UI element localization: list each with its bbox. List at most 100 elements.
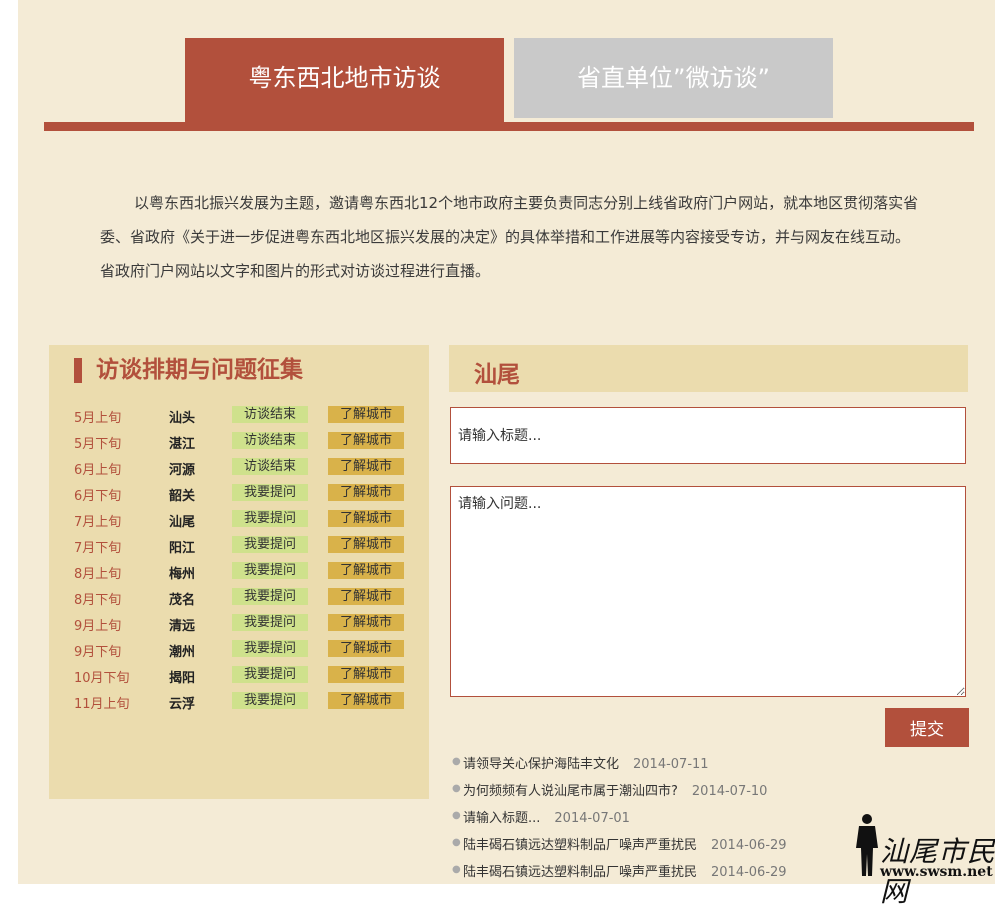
schedule-city: 湛江 [169, 437, 196, 452]
schedule-status-button[interactable]: 访谈结束 [232, 432, 308, 449]
schedule-status-button[interactable]: 我要提问 [232, 510, 308, 527]
schedule-city: 汕尾 [169, 515, 196, 530]
schedule-row: 6月上旬 河源 访谈结束 了解城市 [74, 455, 414, 481]
schedule-status-button[interactable]: 我要提问 [232, 692, 308, 709]
intro-paragraph: 以粤东西北振兴发展为主题，邀请粤东西北12个地市政府主要负责同志分别上线省政府门… [100, 194, 919, 280]
learn-city-button[interactable]: 了解城市 [328, 588, 404, 605]
schedule-city: 阳江 [169, 541, 196, 556]
learn-city-button[interactable]: 了解城市 [328, 666, 404, 683]
schedule-row: 9月下旬 潮州 我要提问 了解城市 [74, 637, 414, 663]
bullet-icon: ● [452, 756, 461, 767]
watermark-url: www.swsm.net [880, 864, 993, 880]
question-list-item[interactable]: ● 请领导关心保护海陆丰文化 2014-07-11 [452, 749, 992, 776]
question-date: 2014-07-11 [633, 757, 709, 772]
learn-city-button[interactable]: 了解城市 [328, 406, 404, 423]
schedule-city: 云浮 [169, 697, 196, 712]
schedule-title: 访谈排期与问题征集 [74, 355, 303, 385]
schedule-date: 10月下旬 [74, 671, 130, 686]
schedule-date: 9月上旬 [74, 619, 122, 634]
learn-city-button[interactable]: 了解城市 [328, 614, 404, 631]
schedule-date: 9月下旬 [74, 645, 122, 660]
schedule-row: 10月下旬 揭阳 我要提问 了解城市 [74, 663, 414, 689]
submit-button[interactable]: 提交 [885, 708, 969, 747]
schedule-row: 7月下旬 阳江 我要提问 了解城市 [74, 533, 414, 559]
schedule-city: 河源 [169, 463, 196, 478]
question-title[interactable]: 为何频频有人说汕尾市属于潮汕四市? [463, 784, 678, 799]
schedule-city: 揭阳 [169, 671, 196, 686]
learn-city-button[interactable]: 了解城市 [328, 536, 404, 553]
schedule-row: 8月下旬 茂名 我要提问 了解城市 [74, 585, 414, 611]
intro-text: 以粤东西北振兴发展为主题，邀请粤东西北12个地市政府主要负责同志分别上线省政府门… [100, 186, 920, 288]
schedule-list: 5月上旬 汕头 访谈结束 了解城市 5月下旬 湛江 访谈结束 了解城市 6月上旬 河源 访谈结束 了解… [74, 403, 414, 715]
schedule-status-button[interactable]: 我要提问 [232, 614, 308, 631]
schedule-status-button[interactable]: 我要提问 [232, 588, 308, 605]
question-title[interactable]: 请领导关心保护海陆丰文化 [463, 757, 619, 772]
learn-city-button[interactable]: 了解城市 [328, 484, 404, 501]
learn-city-button[interactable]: 了解城市 [328, 458, 404, 475]
question-title-input[interactable] [450, 407, 966, 464]
schedule-date: 7月上旬 [74, 515, 122, 530]
schedule-date: 8月上旬 [74, 567, 122, 582]
schedule-city: 汕头 [169, 411, 196, 426]
question-title[interactable]: 请输入标题... [463, 811, 540, 826]
bullet-icon: ● [452, 837, 461, 848]
question-link[interactable]: 请领导关心保护海陆丰文化 2014-07-11 [463, 753, 709, 772]
question-header: 汕尾 [449, 345, 968, 392]
question-link[interactable]: 为何频频有人说汕尾市属于潮汕四市? 2014-07-10 [463, 780, 767, 799]
schedule-row: 9月上旬 清远 我要提问 了解城市 [74, 611, 414, 637]
learn-city-button[interactable]: 了解城市 [328, 562, 404, 579]
schedule-row: 11月上旬 云浮 我要提问 了解城市 [74, 689, 414, 715]
question-link[interactable]: 陆丰碣石镇远达塑料制品厂噪声严重扰民 2014-06-29 [463, 834, 787, 853]
schedule-date: 8月下旬 [74, 593, 122, 608]
schedule-row: 5月上旬 汕头 访谈结束 了解城市 [74, 403, 414, 429]
schedule-date: 7月下旬 [74, 541, 122, 556]
schedule-date: 11月上旬 [74, 697, 130, 712]
question-body-input[interactable] [450, 486, 966, 697]
schedule-city: 清远 [169, 619, 196, 634]
learn-city-button[interactable]: 了解城市 [328, 432, 404, 449]
question-link[interactable]: 请输入标题... 2014-07-01 [463, 807, 630, 826]
page: 粤东西北地市访谈 省直单位”微访谈” 以粤东西北振兴发展为主题，邀请粤东西北12… [18, 0, 995, 908]
tab-provincial-micro-interviews[interactable]: 省直单位”微访谈” [514, 38, 833, 118]
schedule-row: 7月上旬 汕尾 我要提问 了解城市 [74, 507, 414, 533]
schedule-row: 6月下旬 韶关 我要提问 了解城市 [74, 481, 414, 507]
question-city-title: 汕尾 [474, 362, 520, 388]
schedule-panel: 访谈排期与问题征集 5月上旬 汕头 访谈结束 了解城市 5月下旬 湛江 访谈结束 了解城市 6月… [49, 345, 429, 799]
schedule-city: 茂名 [169, 593, 196, 608]
schedule-status-button[interactable]: 我要提问 [232, 562, 308, 579]
watermark-logo: 汕尾市民网 www.swsm.net [854, 808, 995, 908]
question-link[interactable]: 陆丰碣石镇远达塑料制品厂噪声严重扰民 2014-06-29 [463, 861, 787, 880]
learn-city-button[interactable]: 了解城市 [328, 510, 404, 527]
question-date: 2014-06-29 [711, 865, 787, 880]
schedule-status-button[interactable]: 访谈结束 [232, 458, 308, 475]
bullet-icon: ● [452, 783, 461, 794]
title-accent-bar [74, 358, 82, 383]
schedule-city: 潮州 [169, 645, 196, 660]
schedule-row: 8月上旬 梅州 我要提问 了解城市 [74, 559, 414, 585]
schedule-status-button[interactable]: 访谈结束 [232, 406, 308, 423]
tab-city-interviews[interactable]: 粤东西北地市访谈 [185, 38, 504, 122]
bullet-icon: ● [452, 810, 461, 821]
question-title[interactable]: 陆丰碣石镇远达塑料制品厂噪声严重扰民 [463, 838, 697, 853]
question-date: 2014-07-10 [691, 784, 768, 799]
schedule-date: 6月上旬 [74, 463, 122, 478]
schedule-status-button[interactable]: 我要提问 [232, 666, 308, 683]
question-date: 2014-06-29 [711, 838, 787, 853]
schedule-date: 5月上旬 [74, 411, 122, 426]
schedule-status-button[interactable]: 我要提问 [232, 536, 308, 553]
learn-city-button[interactable]: 了解城市 [328, 640, 404, 657]
tab-underline [44, 122, 974, 131]
schedule-row: 5月下旬 湛江 访谈结束 了解城市 [74, 429, 414, 455]
person-silhouette-icon [856, 814, 878, 876]
learn-city-button[interactable]: 了解城市 [328, 692, 404, 709]
schedule-status-button[interactable]: 我要提问 [232, 640, 308, 657]
question-date: 2014-07-01 [554, 811, 630, 826]
schedule-date: 6月下旬 [74, 489, 122, 504]
question-list-item[interactable]: ● 为何频频有人说汕尾市属于潮汕四市? 2014-07-10 [452, 776, 992, 803]
bullet-icon: ● [452, 864, 461, 875]
schedule-city: 韶关 [169, 489, 196, 504]
question-title[interactable]: 陆丰碣石镇远达塑料制品厂噪声严重扰民 [463, 865, 697, 880]
schedule-status-button[interactable]: 我要提问 [232, 484, 308, 501]
schedule-title-text: 访谈排期与问题征集 [96, 357, 303, 383]
schedule-city: 梅州 [169, 567, 196, 582]
